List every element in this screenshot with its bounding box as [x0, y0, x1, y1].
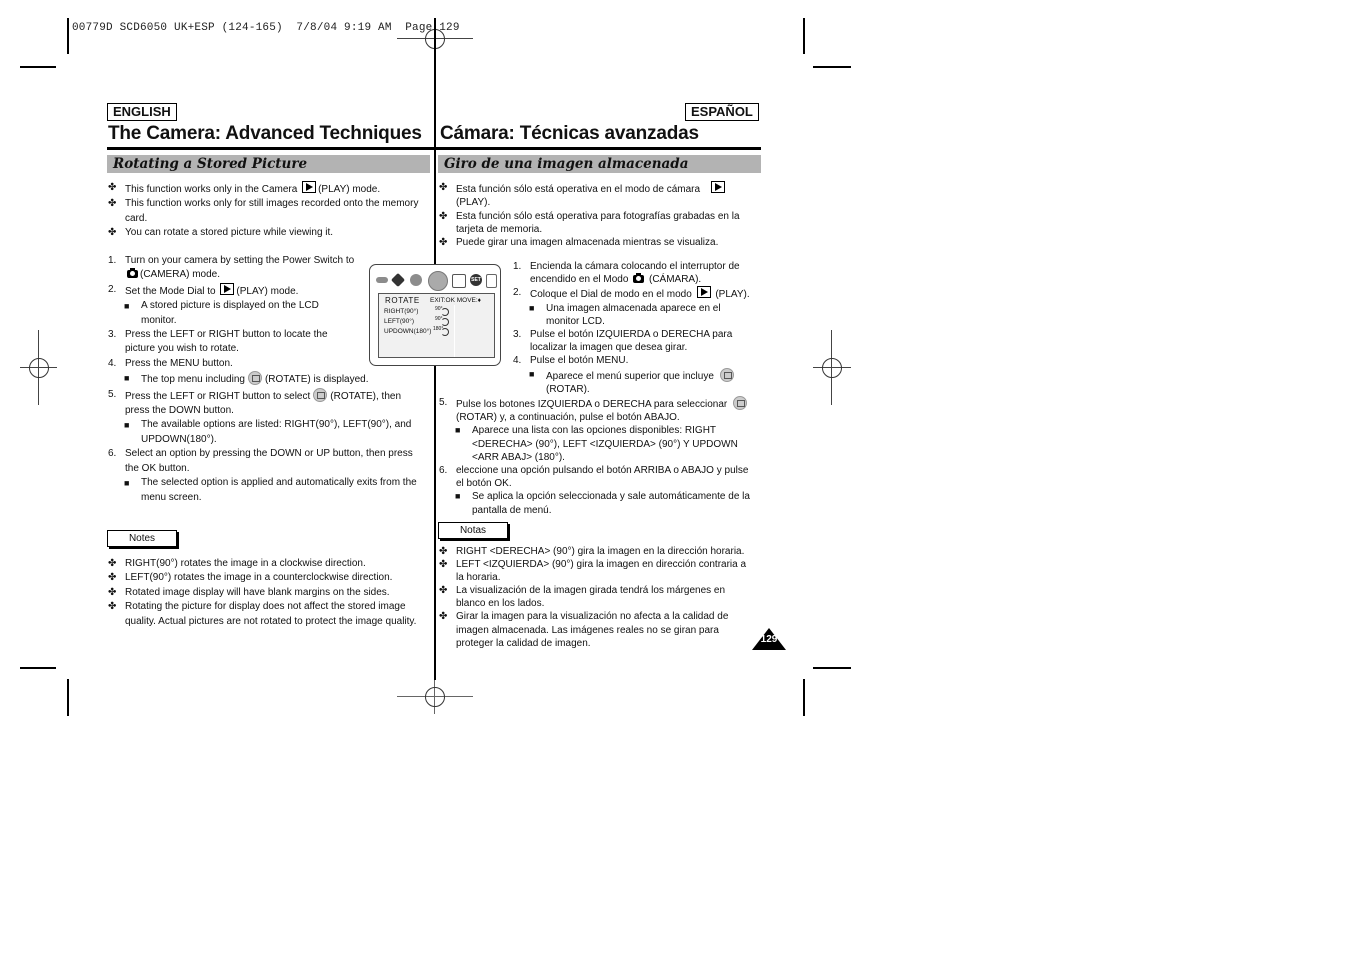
note-item: ✤ RIGHT(90°) rotates the image in a clock… — [108, 558, 366, 569]
section-heading-spanish: Giro de una imagen almacenada — [438, 155, 761, 173]
play-icon — [696, 286, 711, 299]
mode-icon — [390, 272, 406, 288]
language-label-spanish: ESPAÑOL — [685, 103, 759, 121]
camera-icon — [633, 273, 645, 284]
play-icon — [220, 282, 235, 295]
lcd-option: RIGHT(90°) — [384, 308, 419, 315]
section-heading-english: Rotating a Stored Picture — [107, 155, 430, 173]
step-4: 4. Pulse el botón MENU. — [513, 355, 629, 367]
step-1: 1. Encienda la cámara colocando el interr… — [513, 261, 740, 286]
intro-item: ✤ Esta función sólo está operativa en el … — [439, 181, 761, 210]
step-2-note: ■ Una imagen almacenada aparece en el moni… — [529, 302, 721, 327]
step-5: 5. Press the LEFT or RIGHT button to sele… — [108, 387, 402, 417]
step-5: 5. Pulse los botones IZQUIERDA o DERECHA … — [439, 396, 761, 424]
registration-mark — [29, 358, 49, 378]
step-4-note: ■ The top menu including (ROTATE) is displ… — [124, 371, 369, 386]
page-title-english: The Camera: Advanced Techniques — [108, 123, 422, 144]
intro-item: ✤ You can rotate a stored picture while v… — [108, 227, 334, 239]
notes-label-english: Notes — [107, 530, 177, 547]
page-title-spanish: Cámara: Técnicas avanzadas — [440, 123, 699, 144]
step-6: 6. eleccione una opción pulsando el botón… — [439, 465, 749, 490]
intro-item: ✤ This function works only for still imag… — [108, 198, 419, 224]
rotate-icon — [733, 396, 748, 411]
crop-mark — [803, 18, 805, 54]
note-item: ✤ Girar la imagen para la visualización n… — [439, 611, 729, 649]
note-item: ✤ LEFT <IZQUIERDA> (90°) gira la imagen e… — [439, 559, 747, 584]
back-icon — [376, 277, 388, 283]
crop-mark — [803, 679, 805, 716]
play-icon — [302, 181, 317, 193]
lcd-option: LEFT(90°) — [384, 318, 415, 325]
step-6: 6. Select an option by pressing the DOWN … — [108, 448, 413, 474]
step-5-note: ■ The available options are listed: RIGHT… — [124, 419, 412, 445]
step-6-note: ■ Se aplica la opción seleccionada y sale… — [455, 491, 750, 516]
lcd-menu-title: ROTATE — [385, 296, 420, 305]
notes-list-english: ✤ RIGHT(90°) rotates the image in a clock… — [108, 557, 433, 629]
intro-item: ✤ Puede girar una imagen almacenada mient… — [439, 237, 719, 249]
intro-item: ✤ Esta función sólo está operativa para f… — [439, 210, 740, 235]
page-number: 129 — [760, 634, 778, 645]
note-item: ✤ LEFT(90°) rotates the image in a counte… — [108, 572, 393, 584]
crop-mark — [813, 66, 851, 68]
crop-mark — [67, 18, 69, 54]
play-icon — [710, 181, 725, 193]
intro-list-spanish: ✤ Esta función sólo está operativa en el … — [439, 181, 761, 249]
step-2: 2. Coloque el Dial de modo en el modo (PL… — [513, 286, 750, 301]
note-item: ✤ La visualización de la imagen girada te… — [439, 585, 726, 610]
step-6-note: ■ The selected option is applied and auto… — [124, 477, 417, 503]
registration-mark — [425, 687, 445, 707]
note-item: ✤ Rotating the picture for display does n… — [108, 601, 417, 627]
notes-list-spanish: ✤ RIGHT <DERECHA> (90°) gira la imagen en… — [439, 545, 761, 650]
rotate-icon — [313, 387, 328, 402]
note-item: ✤ Rotated image display will have blank m… — [108, 586, 390, 598]
step-3: 3. Pulse el botón IZQUIERDA o DERECHA par… — [513, 329, 733, 354]
crop-mark — [20, 667, 56, 669]
rotate-icon — [719, 367, 734, 382]
crop-mark — [67, 679, 69, 716]
lcd-option: UPDOWN(180°) — [384, 328, 432, 335]
intro-list-english: ✤ This function works only in the Camera … — [108, 181, 433, 241]
note-item: ✤ RIGHT <DERECHA> (90°) gira la imagen en… — [439, 546, 745, 557]
camera-icon — [127, 268, 138, 279]
title-rule — [107, 147, 434, 150]
step-4-note: ■ Aparece el menú superior que incluye (RO… — [513, 367, 761, 396]
language-label-english: ENGLISH — [107, 103, 177, 121]
steps-list-spanish: 1. Encienda la cámara colocando el interr… — [439, 260, 761, 517]
rotate-icon — [247, 371, 262, 386]
registration-mark — [822, 358, 842, 378]
intro-item: ✤ This function works only in the Camera … — [108, 181, 381, 195]
slideshow-icon — [410, 274, 422, 286]
crop-mark — [813, 667, 851, 669]
step-5-note: ■ Aparece una lista con las opciones disp… — [455, 425, 738, 463]
print-slug: 00779D SCD6050 UK+ESP (124-165) 7/8/04 9… — [72, 22, 460, 34]
title-rule — [434, 147, 761, 150]
crop-mark — [20, 66, 56, 68]
notes-label-spanish: Notas — [438, 522, 508, 539]
